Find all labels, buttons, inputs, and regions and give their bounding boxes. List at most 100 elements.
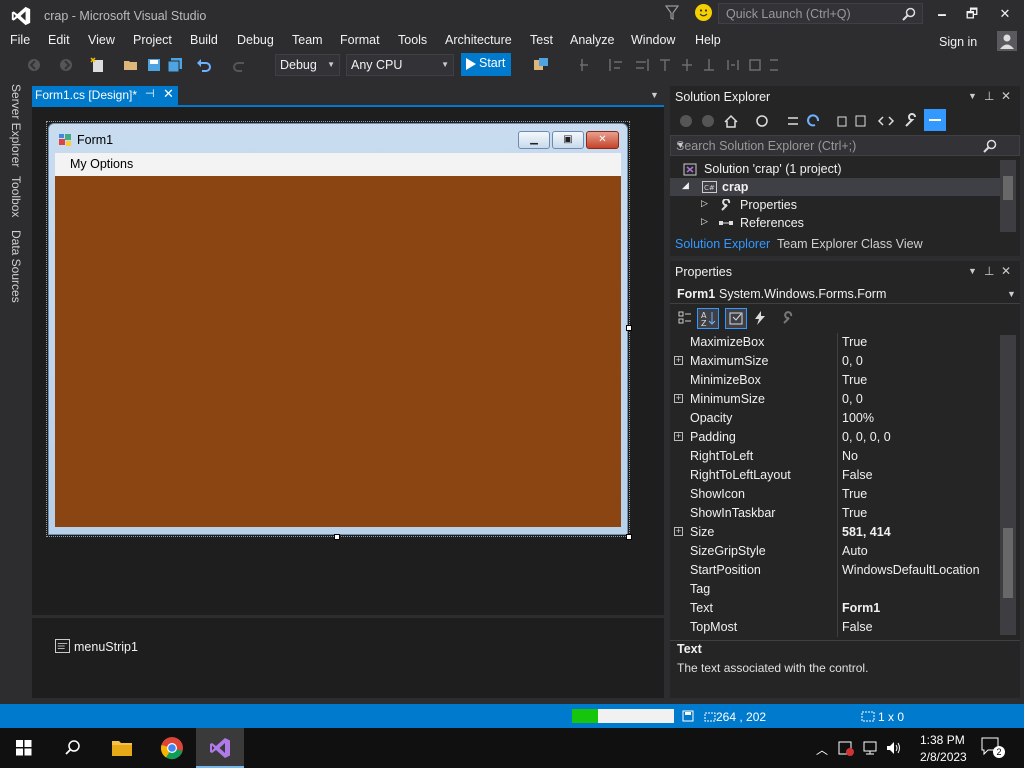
categorized-icon[interactable] [678, 311, 692, 325]
property-row[interactable]: MinimizeBox True [670, 371, 996, 390]
search-options-icon[interactable]: ▼ [676, 140, 1013, 150]
sign-in-link[interactable]: Sign in [939, 35, 977, 49]
tab-team-explorer[interactable]: Team Explorer [777, 237, 858, 251]
solution-explorer-toolbar-icons[interactable] [678, 113, 928, 129]
menu-window[interactable]: Window [631, 33, 675, 47]
property-row[interactable]: RightToLeft No [670, 447, 996, 466]
menu-debug[interactable]: Debug [237, 33, 274, 47]
property-row[interactable]: + Padding 0, 0, 0, 0 [670, 428, 996, 447]
expand-plus-icon[interactable]: + [674, 527, 683, 536]
property-row[interactable]: TopMost False [670, 618, 996, 637]
property-value[interactable]: No [842, 449, 858, 463]
panel-options-icon[interactable]: ▼ [968, 91, 977, 101]
properties-view-button[interactable] [725, 308, 747, 329]
menu-edit[interactable]: Edit [48, 33, 70, 47]
menu-test[interactable]: Test [530, 33, 553, 47]
tray-overflow-icon[interactable]: ︿ [816, 741, 828, 758]
configuration-select[interactable]: Debug ▼ [275, 54, 340, 76]
save-all-icon[interactable] [167, 57, 183, 73]
expand-plus-icon[interactable]: + [674, 394, 683, 403]
menu-view[interactable]: View [88, 33, 115, 47]
pin-icon[interactable]: ⊥ [984, 264, 994, 278]
save-icon[interactable] [146, 57, 162, 73]
form-menu-strip[interactable] [55, 153, 621, 176]
menu-file[interactable]: File [10, 33, 30, 47]
property-value[interactable]: 0, 0 [842, 392, 863, 406]
windows-start-button[interactable] [0, 728, 48, 768]
property-value[interactable]: Form1 [842, 601, 880, 615]
menu-format[interactable]: Format [340, 33, 380, 47]
tab-form1-design[interactable]: Form1.cs [Design]* ⊣ ✕ [32, 86, 178, 105]
tab-class-view[interactable]: Class View [861, 237, 923, 251]
feedback-smiley-icon[interactable] [695, 4, 712, 21]
navigate-back-icon[interactable] [26, 57, 42, 73]
minimize-button[interactable]: 🗕 [927, 0, 957, 28]
taskbar-file-explorer[interactable] [98, 728, 146, 768]
property-row[interactable]: ShowInTaskbar True [670, 504, 996, 523]
solution-search-input[interactable]: Search Solution Explorer (Ctrl+;) ▼ [670, 135, 1020, 156]
property-value[interactable]: 0, 0, 0, 0 [842, 430, 891, 444]
property-value[interactable]: True [842, 487, 867, 501]
property-row[interactable]: Tag [670, 580, 996, 599]
collapsed-arrow-icon[interactable]: ▷ [701, 216, 708, 227]
taskbar-search-button[interactable] [48, 728, 96, 768]
clock-time[interactable]: 1:38 PM [920, 733, 965, 747]
property-value[interactable]: Auto [842, 544, 868, 558]
restore-button[interactable]: 🗗 [957, 0, 987, 28]
close-button[interactable]: ✕ [990, 0, 1020, 28]
menu-my-options[interactable]: My Options [70, 157, 133, 171]
menu-tools[interactable]: Tools [398, 33, 427, 47]
account-icon[interactable] [997, 31, 1017, 51]
collapsed-arrow-icon[interactable]: ▷ [701, 198, 708, 209]
form-maximize-button[interactable]: ▣ [552, 131, 584, 149]
tab-solution-explorer[interactable]: Solution Explorer [675, 237, 771, 251]
close-tab-icon[interactable]: ✕ [163, 86, 174, 102]
taskbar-chrome[interactable] [148, 728, 196, 768]
expand-plus-icon[interactable]: + [674, 432, 683, 441]
form-close-button[interactable]: ✕ [586, 131, 619, 149]
expanded-arrow-icon[interactable]: ◢ [682, 180, 689, 191]
network-icon[interactable] [862, 740, 880, 756]
property-value[interactable]: True [842, 373, 867, 387]
menu-analyze[interactable]: Analyze [570, 33, 614, 47]
property-value[interactable]: WindowsDefaultLocation [842, 563, 980, 577]
document-list-dropdown-icon[interactable]: ▼ [650, 90, 659, 100]
property-value[interactable]: True [842, 506, 867, 520]
scrollbar-thumb[interactable] [1003, 528, 1013, 598]
property-row[interactable]: Text Form1 [670, 599, 996, 618]
property-pages-icon[interactable] [782, 311, 796, 325]
layout-toolbar-icons[interactable] [578, 57, 778, 73]
menu-help[interactable]: Help [695, 33, 721, 47]
tree-item-references[interactable]: ▷ References [670, 214, 1000, 232]
property-value[interactable]: False [842, 468, 873, 482]
tree-item-project[interactable]: ◢ C# crap [670, 178, 1000, 196]
events-lightning-icon[interactable] [753, 310, 767, 326]
property-row[interactable]: Opacity 100% [670, 409, 996, 428]
property-value[interactable]: 0, 0 [842, 354, 863, 368]
taskbar-visual-studio[interactable] [196, 728, 244, 768]
close-icon[interactable]: ✕ [1001, 89, 1011, 103]
scrollbar-thumb[interactable] [1003, 176, 1013, 200]
property-row[interactable]: ShowIcon True [670, 485, 996, 504]
start-debugging-button[interactable]: Start [461, 53, 511, 76]
resize-handle-bottom[interactable] [334, 534, 340, 540]
platform-select[interactable]: Any CPU ▼ [346, 54, 454, 76]
volume-icon[interactable] [885, 740, 903, 756]
resize-handle-right[interactable] [626, 325, 632, 331]
form-minimize-button[interactable]: ▁ [518, 131, 550, 149]
quick-launch-input[interactable]: Quick Launch (Ctrl+Q) [718, 3, 923, 24]
property-value[interactable]: False [842, 620, 873, 634]
property-row[interactable]: + MaximumSize 0, 0 [670, 352, 996, 371]
property-row[interactable]: MaximizeBox True [670, 333, 996, 352]
property-row[interactable]: + MinimumSize 0, 0 [670, 390, 996, 409]
property-row[interactable]: StartPosition WindowsDefaultLocation [670, 561, 996, 580]
new-project-icon[interactable] [90, 57, 106, 73]
pin-icon[interactable]: ⊣ [145, 87, 155, 100]
alphabetical-button[interactable]: AZ [697, 308, 719, 329]
property-row[interactable]: SizeGripStyle Auto [670, 542, 996, 561]
property-row[interactable]: + Size 581, 414 [670, 523, 996, 542]
tree-item-solution[interactable]: Solution 'crap' (1 project) [670, 160, 1000, 178]
panel-options-icon[interactable]: ▼ [968, 266, 977, 276]
menu-build[interactable]: Build [190, 33, 218, 47]
form-client-area[interactable] [55, 176, 621, 527]
